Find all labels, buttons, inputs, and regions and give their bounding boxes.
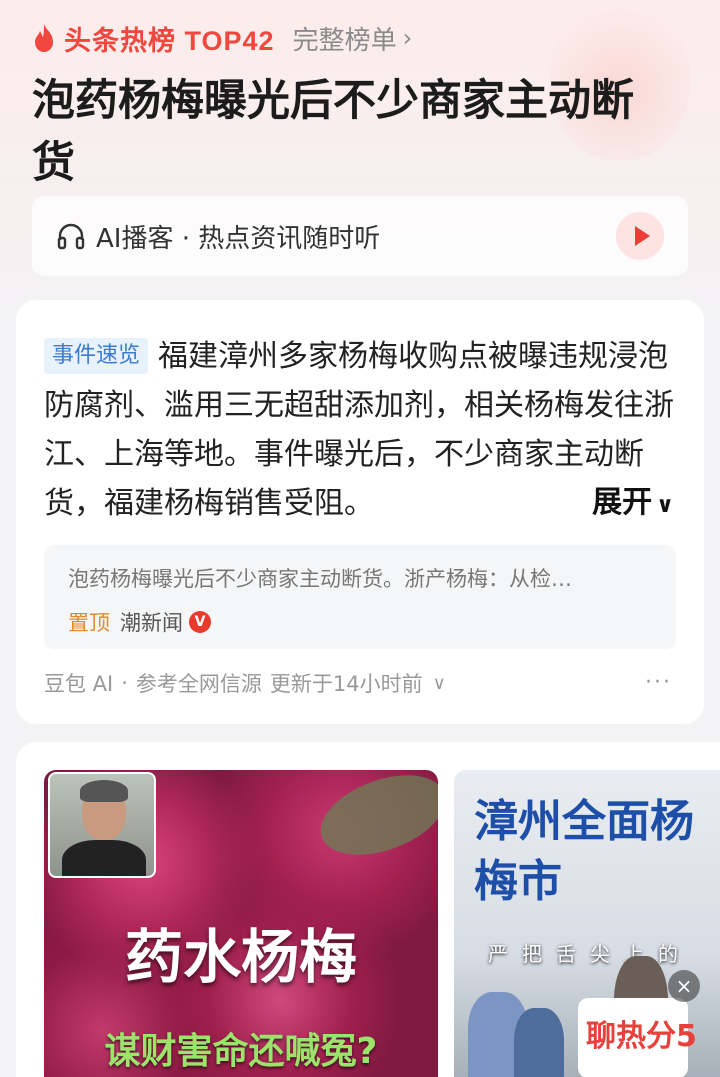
close-icon[interactable]: ×: [668, 970, 700, 1002]
avatar: [48, 772, 156, 878]
more-options-icon[interactable]: ···: [645, 670, 672, 695]
hot-rank-label: 头条热榜 TOP42: [64, 25, 275, 56]
strip-text: 严把舌尖上的: [488, 942, 692, 966]
thumbnail-subcaption: 谋财害命还喊冤?: [104, 1031, 378, 1072]
ai-source-line[interactable]: 豆包 AI · 参考全网信源 更新于14小时前 ∨: [44, 668, 446, 698]
podcast-label: AI播客 · 热点资讯随时听: [96, 223, 381, 254]
source-title: 泡药杨梅曝光后不少商家主动断货。浙产杨梅：从检…: [68, 567, 572, 591]
verified-badge-icon: V: [189, 611, 211, 633]
source-meta: 置顶 潮新闻 V: [68, 607, 652, 637]
avatar-body: [62, 840, 146, 876]
ai-podcast-bar[interactable]: AI播客 · 热点资讯随时听: [32, 196, 688, 276]
leaf-graphic: [309, 770, 438, 871]
avatar-hair: [80, 780, 128, 802]
ai-source: 豆包 AI: [44, 672, 114, 696]
banner-text: 漳州全面杨梅市: [474, 796, 694, 907]
hot-list-bar: 头条热榜 TOP42 完整榜单 ›: [32, 18, 412, 58]
chevron-right-icon: ›: [402, 24, 413, 52]
media-card: 药水杨梅 谋财害命还喊冤? 漳州全面杨梅市 严把舌尖上的 聊热分5 ×: [16, 742, 720, 1077]
person-figure: [514, 1008, 564, 1077]
summary-card: 事件速览 福建漳州多家杨梅收购点被曝违规浸泡防腐剂、滥用三无超甜添加剂，相关杨梅发…: [16, 300, 704, 724]
publisher-name: 潮新闻: [120, 611, 183, 635]
page-title: 泡药杨梅曝光后不少商家主动断货: [32, 76, 634, 188]
chevron-down-icon: ∨: [656, 493, 674, 518]
play-icon: [634, 226, 650, 246]
chevron-down-icon: ∨: [432, 672, 446, 694]
updated-time: 更新于14小时前: [269, 672, 423, 696]
source-article[interactable]: 泡药杨梅曝光后不少商家主动断货。浙产杨梅：从检… 置顶 潮新闻 V: [44, 545, 676, 649]
separator-dot: ·: [121, 671, 128, 695]
full-list-link[interactable]: 完整榜单 ›: [293, 20, 413, 57]
sign-text: 聊热分5: [586, 1019, 697, 1054]
play-button[interactable]: [616, 212, 664, 260]
expand-label: 展开: [592, 485, 653, 520]
news-image[interactable]: 漳州全面杨梅市 严把舌尖上的 聊热分5 ×: [454, 770, 720, 1077]
video-thumbnail[interactable]: 药水杨梅 谋财害命还喊冤?: [44, 770, 438, 1077]
headphones-icon: [57, 223, 85, 250]
flame-icon: [35, 24, 53, 52]
full-list-label: 完整榜单: [292, 25, 397, 56]
expand-button[interactable]: 展开 ∨: [552, 477, 674, 521]
thumbnail-caption: 药水杨梅: [124, 923, 357, 991]
reference-label: 参考全网信源: [135, 672, 262, 696]
event-tag: 事件速览: [44, 338, 149, 374]
pinned-label: 置顶: [68, 611, 110, 635]
